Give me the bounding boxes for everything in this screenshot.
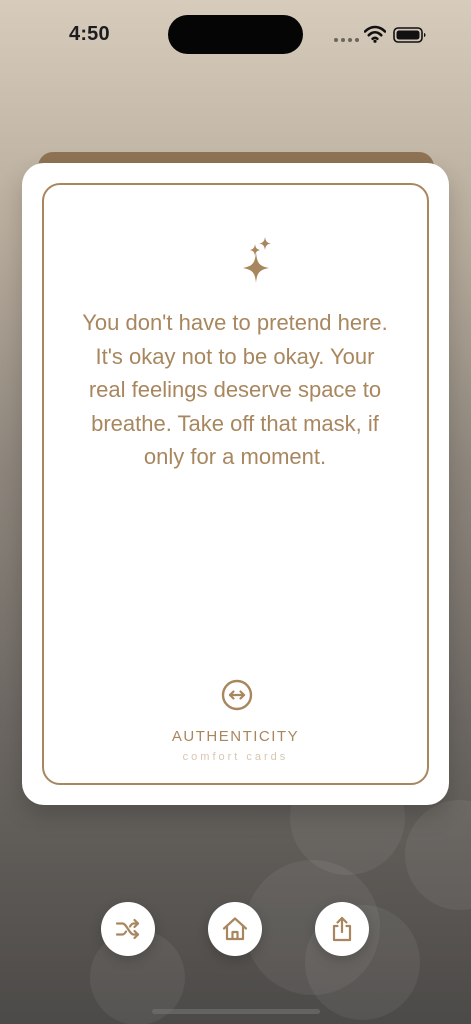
home-button[interactable] — [208, 902, 262, 956]
left-right-arrow-circle-icon — [221, 679, 253, 711]
share-icon — [332, 916, 352, 942]
battery-icon — [393, 27, 426, 43]
wifi-icon — [364, 25, 386, 43]
app-screen: 4:50 You don't have to pretend here. It'… — [0, 0, 471, 1024]
cellular-signal-icon — [334, 38, 359, 42]
status-bar: 4:50 — [0, 0, 471, 70]
shuffle-icon — [115, 918, 140, 940]
status-time: 4:50 — [69, 23, 110, 45]
card-border: You don't have to pretend here. It's oka… — [42, 183, 429, 785]
background-bubble — [405, 800, 471, 910]
brand-label: comfort cards — [182, 751, 289, 763]
card-message: You don't have to pretend here. It's oka… — [82, 310, 388, 469]
home-indicator[interactable] — [152, 1009, 320, 1014]
comfort-card[interactable]: You don't have to pretend here. It's oka… — [22, 163, 449, 805]
category-label: AUTHENTICITY — [171, 728, 300, 745]
shuffle-button[interactable] — [101, 902, 155, 956]
home-icon — [222, 917, 248, 941]
dynamic-island — [168, 15, 303, 54]
sparkles-icon — [243, 237, 271, 283]
share-button[interactable] — [315, 902, 369, 956]
